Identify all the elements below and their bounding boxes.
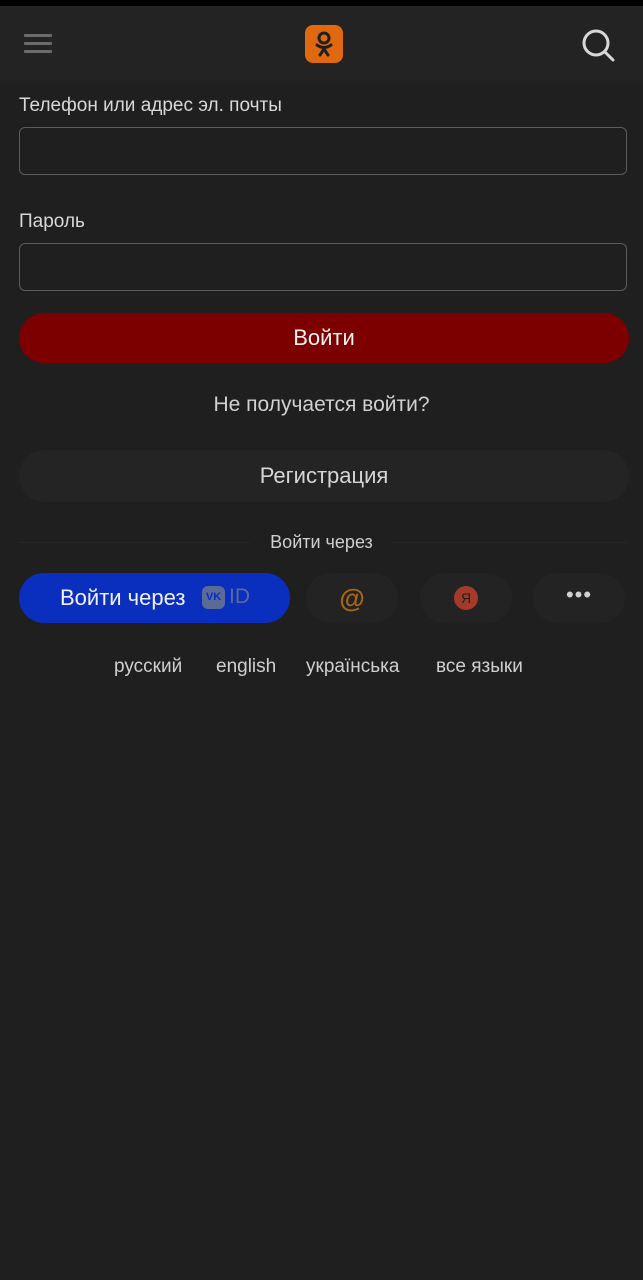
sign-in-via-label: Войти через	[250, 532, 393, 553]
search-icon[interactable]	[578, 26, 618, 66]
register-button[interactable]: Регистрация	[19, 450, 629, 502]
login-field-label: Телефон или адрес эл. почты	[19, 95, 282, 116]
language-english-link[interactable]: english	[216, 656, 276, 678]
language-ukrainian-link[interactable]: українська	[306, 656, 399, 678]
vk-logo-icon: VK	[202, 586, 225, 609]
mail-ru-login-button[interactable]: @	[306, 573, 398, 623]
ok-logo-icon[interactable]	[305, 25, 343, 63]
password-field-label: Пароль	[19, 211, 85, 232]
hamburger-menu-icon[interactable]	[22, 30, 54, 58]
language-russian-link[interactable]: русский	[114, 656, 182, 678]
yandex-login-button[interactable]: Я	[420, 573, 512, 623]
more-login-options-button[interactable]: •••	[533, 573, 625, 623]
password-input[interactable]	[19, 243, 627, 291]
vk-id-label: ID	[229, 585, 250, 608]
yandex-icon: Я	[454, 586, 478, 610]
vk-button-label: Войти через	[60, 585, 186, 610]
login-input[interactable]	[19, 127, 627, 175]
trouble-signing-in-link[interactable]: Не получается войти?	[0, 393, 643, 417]
vk-id-login-button[interactable]: Войти через VK ID	[19, 573, 290, 623]
top-bar	[0, 6, 643, 82]
mail-at-icon: @	[339, 583, 365, 613]
more-dots-icon: •••	[565, 582, 593, 607]
all-languages-link[interactable]: все языки	[436, 656, 523, 678]
login-button[interactable]: Войти	[19, 313, 629, 363]
